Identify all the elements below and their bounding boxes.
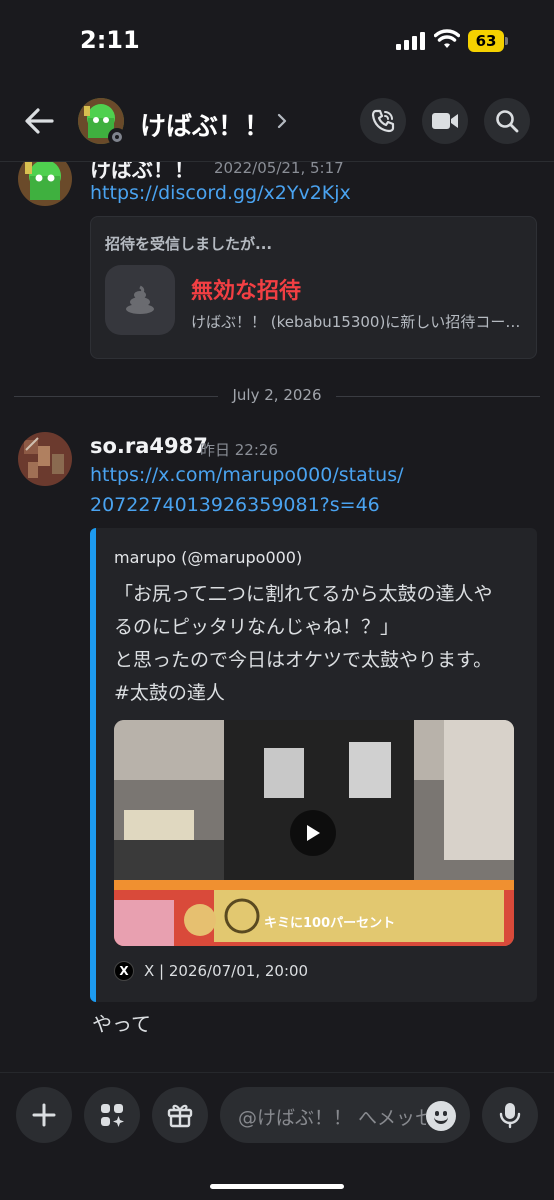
search-icon (496, 110, 519, 133)
invalid-invite-icon (105, 265, 175, 335)
status-link-continued[interactable]: 2072274013926359081?s=46 (90, 490, 380, 520)
invite-description: けばぶ！！ (kebabu15300)に新しい招待コードを依頼しましょう！ (191, 313, 527, 331)
embed-description: 「お尻って二つに割れてるから太鼓の達人や るのにピッタリなんじゃね！？」 と思っ… (114, 578, 524, 710)
gift-button[interactable] (152, 1087, 208, 1143)
message-input-placeholder: @けばぶ！！ へメッセージを送信 (238, 1107, 426, 1129)
call-button[interactable] (360, 98, 406, 144)
status-link[interactable]: https://x.com/marupo000/status/ (90, 460, 404, 490)
channel-title[interactable]: けばぶ！！ (140, 106, 270, 143)
message-text: やって (92, 1012, 151, 1036)
message-composer-bar: @けばぶ！！ へメッセージを送信 (0, 1072, 554, 1200)
home-indicator (210, 1184, 344, 1189)
gift-icon (167, 1104, 193, 1128)
invite-card[interactable]: 招待を受信しましたが... 無効な招待 けばぶ！！ (kebabu15300)に… (90, 216, 537, 359)
user-avatar[interactable] (18, 162, 72, 206)
status-bar: 2:11 63 (0, 0, 554, 84)
invite-invalid-title: 無効な招待 (191, 279, 302, 304)
invite-heading: 招待を受信しましたが... (105, 235, 273, 253)
date-divider: July 2, 2026 (218, 386, 336, 404)
arrow-left-icon[interactable] (22, 104, 56, 138)
status-time: 2:11 (80, 26, 140, 54)
battery-nub (505, 37, 508, 45)
apps-icon (101, 1104, 124, 1127)
video-call-button[interactable] (422, 98, 468, 144)
battery-level: 63 (468, 30, 504, 52)
emoji-button[interactable] (426, 1101, 456, 1131)
message-timestamp: 2022/05/21, 5:17 (214, 162, 344, 177)
chevron-right-icon[interactable] (274, 110, 290, 132)
embed-video[interactable]: キミに100パーセント (114, 720, 514, 946)
video-caption: キミに100パーセント (264, 916, 396, 931)
play-icon (307, 825, 320, 841)
channel-header: けばぶ！！ (0, 84, 554, 162)
link-embed[interactable]: marupo (@marupo000) 「お尻って二つに割れてるから太鼓の達人や… (90, 528, 537, 1002)
embed-hashtag[interactable]: #太鼓の達人 (114, 677, 524, 710)
video-camera-icon (432, 113, 458, 129)
microphone-icon (499, 1103, 521, 1129)
message-input[interactable]: @けばぶ！！ へメッセージを送信 (220, 1087, 470, 1143)
invite-link[interactable]: https://discord.gg/x2Yv2Kjx (90, 178, 351, 208)
message-username[interactable]: so.ra4987 (90, 434, 208, 458)
offline-status-dot (108, 128, 126, 146)
message-timestamp: 昨日 22:26 (200, 441, 278, 459)
message-list[interactable]: けばぶ！！ 2022/05/21, 5:17 https://discord.g… (0, 162, 554, 1072)
play-button[interactable] (290, 810, 336, 856)
search-button[interactable] (484, 98, 530, 144)
emoji-icon (434, 1116, 448, 1124)
embed-text-line: 「お尻って二つに割れてるから太鼓の達人や (114, 583, 493, 605)
embed-text-line: と思ったので今日はオケツで太鼓やります。 (114, 649, 493, 671)
phone-icon (371, 109, 395, 133)
embed-text-line: るのにピッタリなんじゃね！？」 (114, 616, 400, 638)
battery-indicator: 63 (468, 30, 508, 52)
x-logo-icon: X (114, 961, 134, 981)
wifi-icon (434, 29, 460, 48)
cellular-signal-icon (396, 32, 426, 50)
embed-footer: X X | 2026/07/01, 20:00 (114, 960, 308, 982)
add-attachment-button[interactable] (16, 1087, 72, 1143)
embed-footer-text: X | 2026/07/01, 20:00 (144, 962, 309, 980)
plus-icon (32, 1103, 56, 1127)
apps-button[interactable] (84, 1087, 140, 1143)
voice-message-button[interactable] (482, 1087, 538, 1143)
user-avatar[interactable] (18, 432, 72, 486)
embed-author[interactable]: marupo (@marupo000) (114, 548, 302, 567)
